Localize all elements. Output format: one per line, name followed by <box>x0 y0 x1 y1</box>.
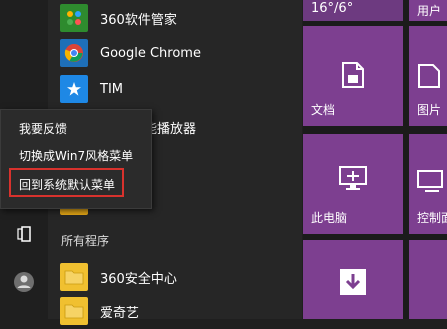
folder-icon <box>60 297 88 325</box>
weather-label: 16°/6° <box>311 1 354 16</box>
menu-item-win7-style[interactable]: 切换成Win7风格菜单 <box>19 147 133 164</box>
list-item[interactable]: TIM <box>60 71 123 107</box>
pictures-tile[interactable]: 图片 <box>409 26 447 126</box>
section-header: 所有程序 <box>61 234 110 248</box>
control-panel-icon <box>417 170 443 198</box>
user-icon[interactable] <box>12 270 36 294</box>
folder-icon <box>60 263 88 291</box>
this-pc-label: 此电脑 <box>311 211 348 225</box>
list-item[interactable]: 爱奇艺 <box>60 293 139 329</box>
this-pc-tile[interactable]: 此电脑 <box>303 134 403 234</box>
documents-label: 文档 <box>311 103 336 117</box>
picture-icon <box>417 63 441 93</box>
highlight-box <box>9 168 124 197</box>
pictures-label: 图片 <box>417 103 442 117</box>
app-label: TIM <box>100 81 123 97</box>
360-software-icon <box>60 4 88 32</box>
app-label: 360安全中心 <box>100 271 177 287</box>
download-tile[interactable] <box>303 240 403 319</box>
control-panel-tile[interactable]: 控制面 <box>409 134 447 234</box>
app-label: Google Chrome <box>100 45 201 61</box>
list-item[interactable]: Google Chrome <box>60 35 201 71</box>
list-item[interactable]: 360软件管家 <box>60 0 177 36</box>
mobile-icon[interactable] <box>12 222 36 246</box>
user-tile-label: 用户 <box>417 4 442 18</box>
document-icon <box>341 61 365 93</box>
chrome-icon <box>60 39 88 67</box>
user-tile[interactable]: 用户 <box>409 0 447 21</box>
tim-icon <box>60 75 88 103</box>
control-panel-label: 控制面 <box>417 211 447 225</box>
download-icon <box>339 268 367 300</box>
menu-item-feedback[interactable]: 我要反馈 <box>19 120 67 137</box>
tile-area: 16°/6° 用户 文档 图片 此电脑 控制 <box>303 0 447 319</box>
app-label: 360软件管家 <box>100 12 177 28</box>
app-label: 爱奇艺 <box>100 305 140 321</box>
computer-icon <box>339 166 367 196</box>
tile[interactable] <box>409 240 447 319</box>
list-item[interactable]: 360安全中心 <box>60 259 177 295</box>
weather-tile[interactable]: 16°/6° <box>303 0 403 21</box>
documents-tile[interactable]: 文档 <box>303 26 403 126</box>
